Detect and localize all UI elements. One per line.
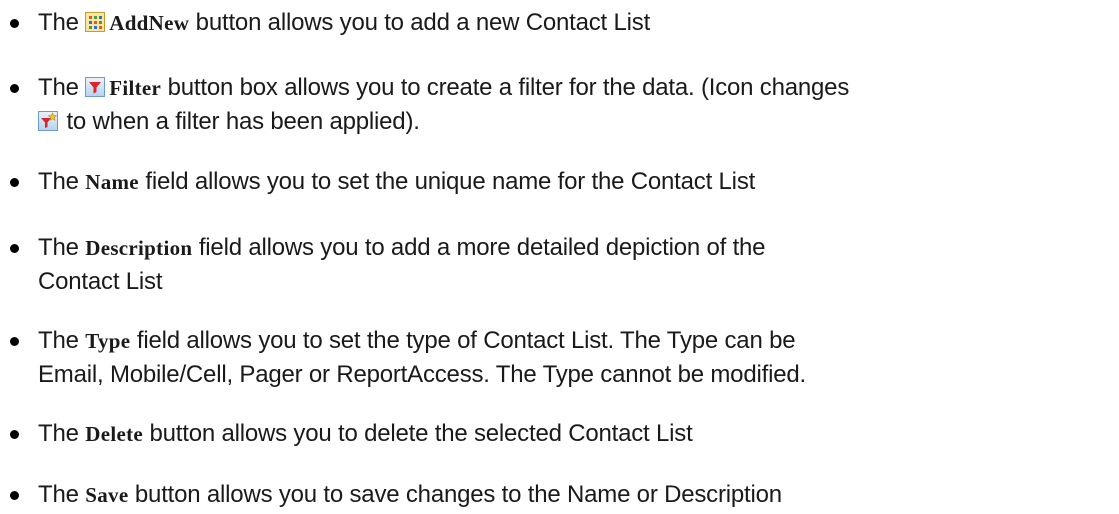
item-prefix: The <box>38 234 86 261</box>
item-text: field allows you to set the unique name … <box>138 168 756 195</box>
bullet <box>10 430 19 439</box>
bullet <box>10 244 19 253</box>
description-keyword: Description <box>85 236 193 260</box>
item-text-continued: Email, Mobile/Cell, Pager or ReportAcces… <box>38 361 806 388</box>
item-prefix: The <box>38 420 86 447</box>
funnel-filter-applied-icon <box>38 111 58 131</box>
item-text: field allows you to add a more detailed … <box>192 234 766 261</box>
list-item-delete: The Delete button allows you to delete t… <box>10 417 1108 451</box>
item-prefix: The <box>38 74 86 101</box>
bullet <box>10 337 19 346</box>
item-prefix: The <box>38 168 86 195</box>
list-item-description: The Description field allows you to add … <box>10 231 1108 298</box>
funnel-filter-icon <box>85 77 106 97</box>
help-page: The AddNew button allows you to add a ne… <box>0 0 1119 514</box>
bullet <box>10 491 19 500</box>
list-item-addnew: The AddNew button allows you to add a ne… <box>10 6 1108 40</box>
save-keyword: Save <box>85 483 129 507</box>
item-text: button allows you to delete the selected… <box>143 420 693 447</box>
item-text: button allows you to add a new Contact L… <box>189 9 651 36</box>
bullet <box>10 178 19 187</box>
list-item-name: The Name field allows you to set the uni… <box>10 165 1108 199</box>
item-text: button box allows you to create a filter… <box>161 74 850 101</box>
item-text-continued: to when a filter has been applied). <box>60 108 420 135</box>
add-new-grid-icon <box>85 12 106 32</box>
list-item-type: The Type field allows you to set the typ… <box>10 324 1108 391</box>
item-text: field allows you to set the type of Cont… <box>130 327 796 354</box>
bullet <box>10 19 19 28</box>
item-prefix: The <box>38 481 86 508</box>
delete-keyword: Delete <box>85 422 143 446</box>
addnew-keyword: AddNew <box>109 11 190 35</box>
list-item-filter: The Filter button box allows you to crea… <box>10 71 1108 138</box>
list-item-save: The Save button allows you to save chang… <box>10 478 1108 512</box>
name-keyword: Name <box>85 170 139 194</box>
filter-keyword: Filter <box>109 76 162 100</box>
item-text-continued: Contact List <box>38 268 163 295</box>
type-keyword: Type <box>85 329 131 353</box>
bullet <box>10 84 19 93</box>
item-text: button allows you to save changes to the… <box>128 481 782 508</box>
item-prefix: The <box>38 327 86 354</box>
item-prefix: The <box>38 9 86 36</box>
